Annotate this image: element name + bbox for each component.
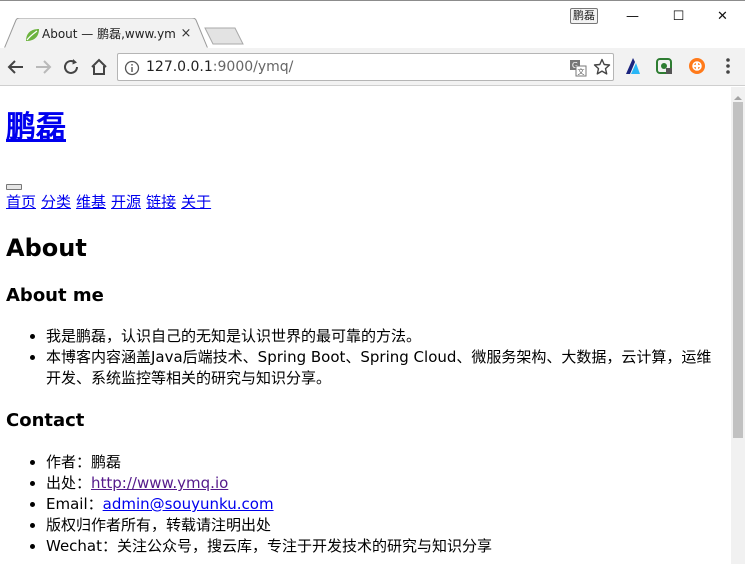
source-label: 出处：: [46, 474, 92, 492]
nav-link-home[interactable]: 首页: [6, 193, 36, 211]
menu-icon[interactable]: [722, 56, 734, 76]
back-arrow-icon[interactable]: [5, 56, 27, 78]
extension-c-icon[interactable]: [688, 57, 706, 75]
site-title-link[interactable]: 鹏磊: [6, 110, 66, 145]
contact-source-item: 出处：http://www.ymq.io: [46, 473, 722, 494]
leaf-icon: [24, 27, 40, 43]
list-item: 本博客内容涵盖Java后端技术、Spring Boot、Spring Cloud…: [46, 347, 722, 389]
address-bar[interactable]: 127.0.0.1:9000/ymq/ G文: [117, 53, 614, 81]
home-icon[interactable]: [88, 56, 110, 78]
translate-icon[interactable]: G文: [569, 59, 587, 77]
extension-b-icon[interactable]: [655, 57, 673, 75]
page-heading: About: [6, 234, 87, 262]
scrollbar-thumb[interactable]: [733, 102, 743, 438]
source-link[interactable]: http://www.ymq.io: [91, 474, 228, 492]
svg-text:文: 文: [578, 67, 585, 76]
url-text[interactable]: 127.0.0.1:9000/ymq/: [146, 54, 293, 80]
email-link[interactable]: admin@souyunku.com: [103, 495, 274, 513]
window-maximize-button[interactable]: ☐: [656, 1, 701, 31]
nav-link-open-source[interactable]: 开源: [111, 193, 141, 211]
vertical-scrollbar[interactable]: [731, 87, 745, 564]
contact-email-item: Email：admin@souyunku.com: [46, 494, 722, 515]
url-host: 127.0.0.1: [146, 59, 213, 75]
nav-link-categories[interactable]: 分类: [41, 193, 71, 211]
wechat-item: Wechat：关注公众号，搜云库，专注于开发技术的研究与知识分享: [46, 536, 722, 557]
contact-list: 作者：鹏磊 出处：http://www.ymq.io Email：admin@s…: [46, 452, 722, 557]
email-label: Email：: [46, 495, 103, 513]
site-nav: 首页 分类 维基 开源 链接 关于: [6, 191, 216, 213]
nav-link-about[interactable]: 关于: [181, 193, 211, 211]
page-info-icon[interactable]: [124, 60, 140, 76]
author-value: 鹏磊: [91, 453, 122, 471]
reload-icon[interactable]: [60, 56, 82, 78]
scroll-up-arrow-icon[interactable]: [731, 89, 745, 101]
forward-arrow-icon[interactable]: [32, 56, 54, 78]
extension-a-icon[interactable]: [624, 57, 642, 75]
nav-menu-toggle-button[interactable]: [6, 184, 22, 190]
new-tab-button[interactable]: [204, 27, 244, 45]
tab-close-button[interactable]: ×: [179, 25, 193, 43]
contact-heading: Contact: [6, 410, 85, 431]
browser-titlebar: About — 鹏磊,www.ym × 鹏磊 — ☐ ✕: [0, 0, 745, 49]
nav-link-links[interactable]: 链接: [146, 193, 176, 211]
tab-title: About — 鹏磊,www.ym: [42, 27, 176, 41]
author-label: 作者：: [46, 453, 92, 471]
nav-link-wiki[interactable]: 维基: [76, 193, 106, 211]
copyright-item: 版权归作者所有，转载请注明出处: [46, 515, 722, 536]
star-icon[interactable]: [593, 58, 611, 76]
list-item: 我是鹏磊，认识自己的无知是认识世界的最可靠的方法。: [46, 326, 722, 347]
window-close-button[interactable]: ✕: [700, 1, 745, 31]
contact-author-item: 作者：鹏磊: [46, 452, 722, 473]
about-me-list: 我是鹏磊，认识自己的无知是认识世界的最可靠的方法。 本博客内容涵盖Java后端技…: [46, 326, 722, 389]
profile-name-badge[interactable]: 鹏磊: [570, 8, 598, 24]
browser-tab-active[interactable]: About — 鹏磊,www.ym ×: [4, 18, 208, 49]
site-title: 鹏磊: [6, 108, 66, 148]
window-minimize-button[interactable]: —: [610, 1, 655, 31]
url-path: :9000/ymq/: [212, 59, 294, 75]
about-me-heading: About me: [6, 285, 104, 306]
page-viewport: 鹏磊 首页分类维基开源链接关于 About About me 我是鹏磊，认识自己…: [0, 87, 731, 564]
